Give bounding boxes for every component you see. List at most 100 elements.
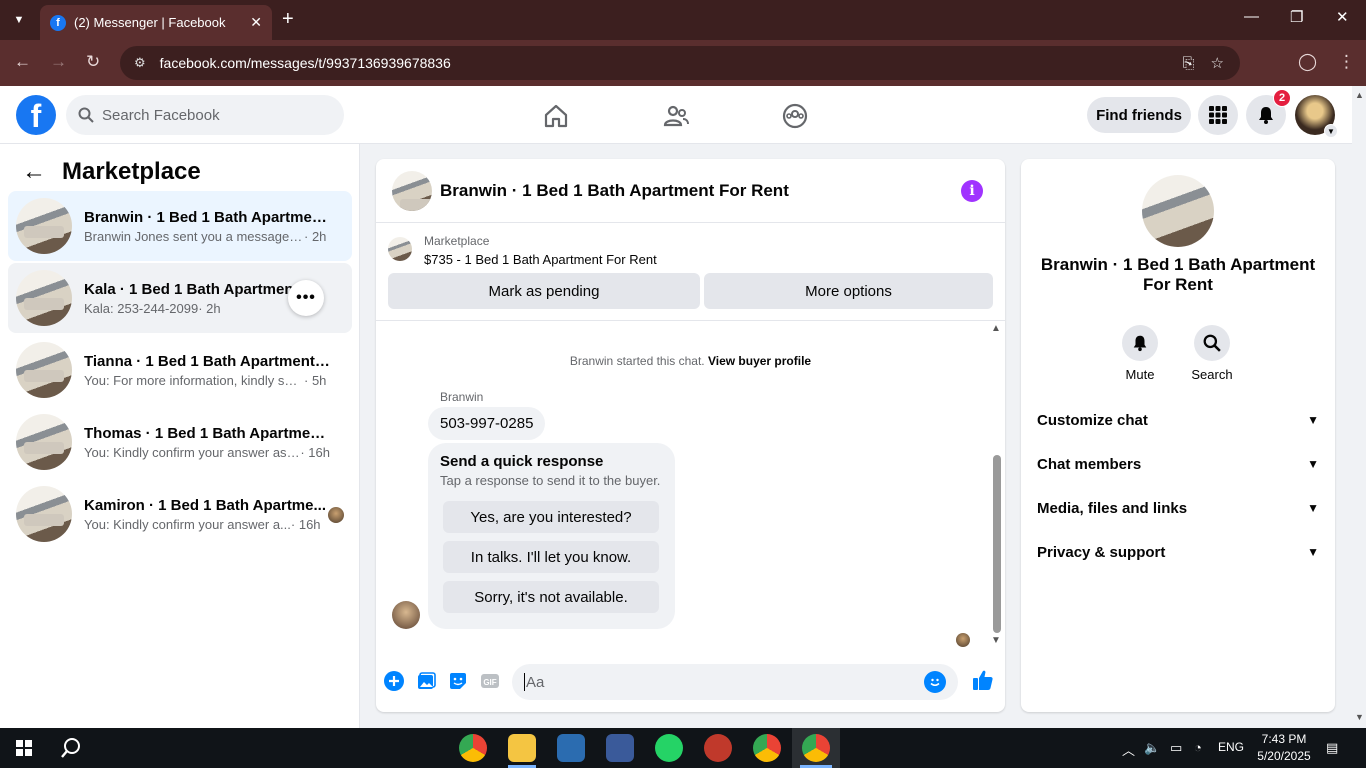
windows-start-icon[interactable] [16,740,32,756]
notification-center-icon[interactable]: ▤ [1326,740,1338,756]
plus-actions-icon[interactable] [383,670,405,692]
facebook-favicon-icon: f [50,14,66,31]
back-icon[interactable]: ← [14,52,31,72]
scroll-up-icon[interactable]: ▲ [991,323,1001,334]
quick-reply-button[interactable]: Yes, are you interested? [443,501,659,533]
account-avatar[interactable]: ▼ [1295,95,1338,138]
sticker-icon[interactable] [447,670,469,692]
privacy-support-section[interactable]: Privacy & support ▼ [1037,540,1319,564]
battery-icon[interactable]: ▭ [1170,740,1182,756]
text-caret [524,673,525,691]
customize-chat-section[interactable]: Customize chat ▼ [1037,408,1319,432]
section-label: Customize chat [1037,411,1148,429]
find-friends-button[interactable]: Find friends [1087,97,1191,133]
chrome-profile-icon[interactable] [753,734,781,762]
mute-button[interactable]: Mute [1110,325,1170,382]
chat-listing-thumbnail[interactable] [392,170,432,211]
facebook-header: f Search Facebook Find friends [0,86,1352,144]
chat-members-section[interactable]: Chat members ▼ [1037,452,1319,476]
message-thread[interactable]: Branwin started this chat. View buyer pr… [376,321,1005,655]
restore-icon[interactable]: ❐ [1290,8,1303,26]
chevron-down-icon: ▼ [1307,501,1319,515]
gif-icon[interactable]: GIF [479,670,501,692]
friends-icon[interactable] [662,102,690,130]
back-arrow-icon[interactable]: ← [22,158,46,186]
whatsapp-icon[interactable] [655,734,683,762]
chat-header: Branwin · 1 Bed 1 Bath Apartment For Ren… [376,159,1005,223]
quick-reply-button[interactable]: Sorry, it's not available. [443,581,659,613]
wifi-icon[interactable]: ◔ [1194,740,1202,755]
facebook-search-input[interactable]: Search Facebook [66,95,344,135]
new-tab-icon[interactable]: + [282,8,294,31]
conversation-more-options-icon[interactable]: ••• [288,280,324,316]
listing-price[interactable]: $735 - 1 Bed 1 Bath Apartment For Rent [424,252,657,267]
sender-avatar[interactable] [392,601,420,629]
view-buyer-profile-link[interactable]: View buyer profile [708,354,811,368]
taskbar-search-icon[interactable] [60,737,82,764]
snipping-tool-icon[interactable] [704,734,732,762]
groups-icon[interactable] [781,102,809,130]
tab-search-chevron-icon[interactable]: ▼ [6,8,32,32]
conversation-item[interactable]: Branwin · 1 Bed 1 Bath Apartment ... Bra… [8,191,352,261]
message-input[interactable]: Aa [512,664,958,700]
conversation-item[interactable]: Kamiron · 1 Bed 1 Bath Apartme... You: K… [8,479,352,549]
scroll-down-icon[interactable]: ▼ [991,635,1001,646]
conversation-item[interactable]: Thomas · 1 Bed 1 Bath Apartment ... You:… [8,407,352,477]
close-window-icon[interactable]: ✕ [1336,8,1349,26]
facebook-logo-icon[interactable]: f [16,95,56,135]
chat-title[interactable]: Branwin · 1 Bed 1 Bath Apartment For Ren… [440,181,961,201]
home-icon[interactable] [542,102,570,130]
page-scrollbar[interactable]: ▲ ▼ [1352,86,1366,728]
list-header: ← Marketplace [22,158,201,186]
forward-icon[interactable]: → [50,52,67,72]
search-label: Search [1191,367,1233,382]
reload-icon[interactable]: ↻ [86,52,100,72]
quick-response-title: Send a quick response [440,453,604,470]
system-clock[interactable]: 7:43 PM 5/20/2025 [1252,731,1316,765]
chrome-app-icon[interactable] [459,734,487,762]
media-files-links-section[interactable]: Media, files and links ▼ [1037,496,1319,520]
chrome-active-icon[interactable] [802,734,830,762]
photoshop-app-icon[interactable] [606,734,634,762]
conversation-item[interactable]: Tianna · 1 Bed 1 Bath Apartment F... You… [8,335,352,405]
bookmark-star-icon[interactable]: ☆ [1211,54,1224,72]
message-bubble[interactable]: 503-997-0285 [428,407,546,440]
site-info-icon[interactable]: ⚙ [134,55,146,71]
minimize-icon[interactable]: — [1244,8,1259,25]
browser-tab-bar: ▼ f (2) Messenger | Facebook ✕ + — ❐ ✕ [0,0,1366,40]
scroll-down-icon[interactable]: ▼ [1355,712,1364,722]
attach-photo-icon[interactable] [415,670,437,692]
conversation-name: Kamiron · 1 Bed 1 Bath Apartme... [84,496,326,514]
mark-as-pending-button[interactable]: Mark as pending [388,273,700,309]
volume-icon[interactable]: 🔈 [1144,740,1160,756]
quick-reply-button[interactable]: In talks. I'll let you know. [443,541,659,573]
conversation-time: · 5h [304,372,327,388]
microsoft-store-icon[interactable] [557,734,585,762]
browser-tab[interactable]: f (2) Messenger | Facebook ✕ [40,5,272,40]
more-options-button[interactable]: More options [704,273,993,309]
file-explorer-icon[interactable] [508,734,536,762]
language-indicator[interactable]: ENG [1218,740,1244,754]
listing-source: Marketplace [424,234,490,248]
conversation-snippet: Kala: 253-244-2099 [84,300,199,316]
profile-icon[interactable]: ◯ [1298,52,1317,72]
emoji-icon[interactable] [924,671,946,693]
install-app-icon[interactable]: ⎘ [1183,55,1195,72]
system-note: Branwin started this chat. View buyer pr… [376,354,1005,368]
scroll-up-icon[interactable]: ▲ [1355,90,1364,100]
address-bar[interactable]: ⚙ facebook.com/messages/t/99371369396788… [120,46,1240,80]
listing-avatar[interactable] [1142,175,1214,247]
page-title: Marketplace [62,158,201,185]
menu-grid-icon[interactable] [1198,95,1238,135]
show-hidden-icons-chevron-icon[interactable]: ︿ [1122,740,1135,759]
listing-small-thumbnail[interactable] [388,237,412,261]
close-tab-icon[interactable]: ✕ [250,14,262,31]
conversation-time: · 2h [304,228,327,244]
message-composer: GIF Aa [376,655,1005,712]
browser-menu-icon[interactable]: ⋮ [1338,52,1355,72]
search-conversation-button[interactable]: Search [1182,325,1242,382]
info-icon[interactable]: i [961,179,983,202]
scrollbar-thumb[interactable] [993,455,1001,633]
thread-scrollbar[interactable]: ▲ ▼ [989,321,1003,655]
thumbs-up-icon[interactable] [971,668,995,692]
